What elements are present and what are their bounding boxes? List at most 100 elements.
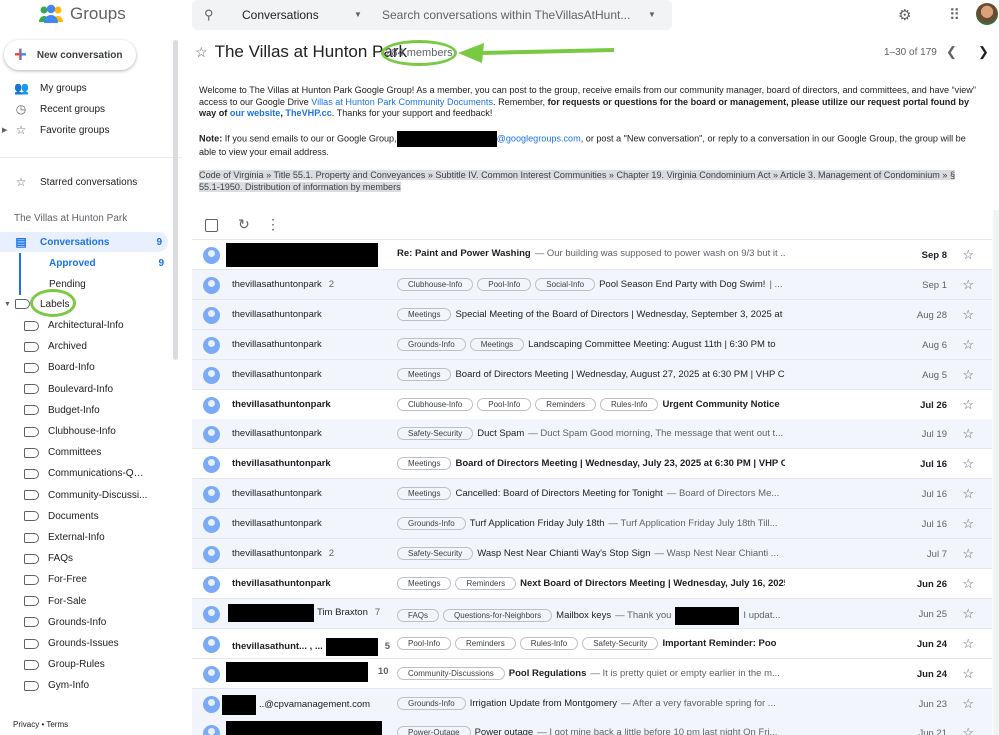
new-conversation-button[interactable]: + New conversation	[4, 40, 136, 70]
star-icon[interactable]: ☆	[962, 696, 974, 712]
star-icon[interactable]: ☆	[962, 456, 974, 472]
sidebar-scrollbar[interactable]	[173, 40, 178, 360]
expand-arrow-icon[interactable]: ▶	[2, 126, 7, 134]
conversation-row[interactable]: thevillasathuntonpark Meetings Board of Di…	[192, 359, 992, 390]
list-scrollbar[interactable]	[993, 210, 999, 735]
sidebar-label-item[interactable]: FAQs	[0, 548, 170, 569]
documents-link[interactable]: Villas at Hunton Park Community Document…	[311, 97, 493, 107]
conversation-row[interactable]: 10 Community-Discussions Pool Regulations …	[192, 658, 992, 689]
label-chip[interactable]: Safety-Security	[397, 547, 474, 560]
label-chip[interactable]: Community-Discussions	[397, 666, 505, 680]
sidebar-label-item[interactable]: For-Sale	[0, 591, 170, 612]
gear-icon[interactable]: ⚙	[898, 6, 911, 24]
star-icon[interactable]: ☆	[962, 546, 974, 562]
star-icon[interactable]: ☆	[962, 636, 974, 652]
sidebar-label-item[interactable]: Committees	[0, 442, 170, 463]
star-icon[interactable]: ☆	[962, 307, 974, 323]
conversation-row[interactable]: thevillasathuntonpark Grounds-Info Turf Ap…	[192, 509, 992, 540]
website-link[interactable]: our website	[230, 108, 281, 118]
chevron-left-icon[interactable]: ❮	[946, 44, 957, 60]
avatar[interactable]	[976, 3, 998, 25]
label-chip[interactable]: Pool-Info	[477, 277, 532, 291]
search-scope[interactable]: Conversations	[242, 8, 319, 22]
more-vert-icon[interactable]: ⋮	[266, 216, 280, 233]
refresh-icon[interactable]: ↻	[238, 216, 250, 233]
vhp-link[interactable]: TheVHP.cc	[285, 108, 331, 118]
sidebar-label-item[interactable]: Board-Info	[0, 357, 170, 378]
conversation-row[interactable]: thevillasathuntonpark Meetings Board of Di…	[192, 449, 992, 480]
sidebar-label-item[interactable]: Grounds-Issues	[0, 633, 170, 654]
star-icon[interactable]: ☆	[962, 725, 974, 735]
label-chip[interactable]: Meetings	[469, 337, 525, 351]
label-chip[interactable]: Grounds-Info	[397, 517, 466, 531]
label-chip[interactable]: Rules-Info	[599, 397, 659, 411]
conversation-row[interactable]: thevillasathunt... , ... 5 Pool-Info Remind…	[192, 628, 992, 659]
label-chip[interactable]: Meetings	[397, 307, 452, 321]
label-chip[interactable]: Meetings	[397, 367, 452, 381]
search-bar[interactable]: ⚲ Conversations ▼ Search conversations w…	[192, 0, 672, 30]
conversation-row[interactable]: Tim Braxton 7 FAQs Questions-for-Neighbors M…	[192, 598, 992, 629]
chevron-right-icon[interactable]: ❯	[978, 44, 989, 60]
star-icon[interactable]: ☆	[962, 516, 974, 532]
apps-grid-icon[interactable]: ⠿	[949, 6, 960, 24]
members-count[interactable]: 284 members	[381, 40, 457, 66]
label-chip[interactable]: Reminders	[455, 576, 517, 590]
star-icon[interactable]: ☆	[962, 606, 974, 622]
star-icon[interactable]: ☆	[962, 367, 974, 383]
star-icon[interactable]: ☆	[195, 44, 208, 61]
star-icon[interactable]: ☆	[962, 277, 974, 293]
groups-logo[interactable]: Groups	[38, 4, 126, 24]
sidebar-label-item[interactable]: Boulevard-Info	[0, 379, 170, 400]
star-icon[interactable]: ☆	[962, 666, 974, 682]
label-chip[interactable]: Safety-Security	[397, 427, 474, 441]
star-icon[interactable]: ☆	[962, 247, 974, 263]
search-input[interactable]: Search conversations within TheVillasAtH…	[382, 8, 630, 22]
label-chip[interactable]: Social-Info	[535, 277, 596, 291]
nav-favorite-groups[interactable]: ▶ ☆ Favorite groups	[0, 120, 182, 140]
nav-starred-conversations[interactable]: ☆ Starred conversations	[0, 172, 182, 192]
sidebar-label-item[interactable]: Group-Rules	[0, 654, 170, 675]
conversation-row[interactable]: thevillasathuntonpark 2 Safety-Security Was…	[192, 539, 992, 569]
select-all-checkbox[interactable]	[205, 219, 218, 232]
conversation-row[interactable]: ..@cpvamanagement.com Grounds-Info Irrigat…	[192, 688, 992, 719]
search-options-icon[interactable]: ▼	[648, 10, 656, 19]
nav-conversations[interactable]: ▤ Conversations 9	[0, 232, 168, 252]
sidebar-label-item[interactable]: Clubhouse-Info	[0, 421, 170, 442]
label-chip[interactable]: Reminders	[455, 636, 516, 650]
label-chip[interactable]: Questions-for-Neighbors	[443, 609, 553, 623]
nav-approved[interactable]: Approved 9	[0, 253, 182, 273]
conversation-row[interactable]: Power-Outage Power outage — I got mine ba…	[192, 718, 992, 735]
conversation-row[interactable]: thevillasathuntonpark Meetings Cancelled: …	[192, 479, 992, 510]
star-icon[interactable]: ☆	[962, 337, 974, 353]
nav-pending[interactable]: Pending	[0, 274, 182, 294]
label-chip[interactable]: Meetings	[397, 576, 452, 590]
label-chip[interactable]: Clubhouse-Info	[397, 397, 474, 411]
sidebar-label-item[interactable]: Gym-Info	[0, 675, 170, 696]
sidebar-label-item[interactable]: Grounds-Info	[0, 612, 170, 633]
label-chip[interactable]: Power-Outage	[397, 726, 471, 735]
label-chip[interactable]: Meetings	[397, 487, 452, 501]
label-chip[interactable]: Pool-Info	[397, 636, 452, 650]
scope-dropdown-icon[interactable]: ▼	[354, 10, 362, 19]
nav-recent-groups[interactable]: ◷ Recent groups	[0, 99, 182, 119]
star-icon[interactable]: ☆	[962, 397, 974, 413]
sidebar-label-item[interactable]: Communications-Que...	[0, 463, 170, 484]
sidebar-label-item[interactable]: For-Free	[0, 569, 170, 590]
sidebar-label-item[interactable]: Documents	[0, 506, 170, 527]
labels-heading[interactable]: ▼ Labels	[0, 289, 182, 317]
terms-link[interactable]: Terms	[46, 720, 68, 729]
sidebar-label-item[interactable]: External-Info	[0, 527, 170, 548]
sidebar-label-item[interactable]: Archived	[0, 336, 170, 357]
conversation-row[interactable]: Re: Paint and Power Washing — Our buildi…	[192, 240, 992, 270]
label-chip[interactable]: Meetings	[397, 457, 452, 471]
label-chip[interactable]: Reminders	[535, 397, 596, 411]
search-icon[interactable]: ⚲	[204, 7, 214, 23]
sidebar-label-item[interactable]: Architectural-Info	[0, 315, 170, 336]
label-chip[interactable]: Safety-Security	[582, 636, 659, 650]
label-chip[interactable]: Pool-Info	[477, 397, 532, 411]
privacy-link[interactable]: Privacy	[13, 720, 39, 729]
conversation-row[interactable]: thevillasathuntonpark Meetings Reminders Ne…	[192, 568, 992, 599]
label-chip[interactable]: Clubhouse-Info	[397, 277, 474, 291]
star-icon[interactable]: ☆	[962, 486, 974, 502]
conversation-row[interactable]: thevillasathuntonpark Clubhouse-Info Pool-…	[192, 389, 992, 420]
